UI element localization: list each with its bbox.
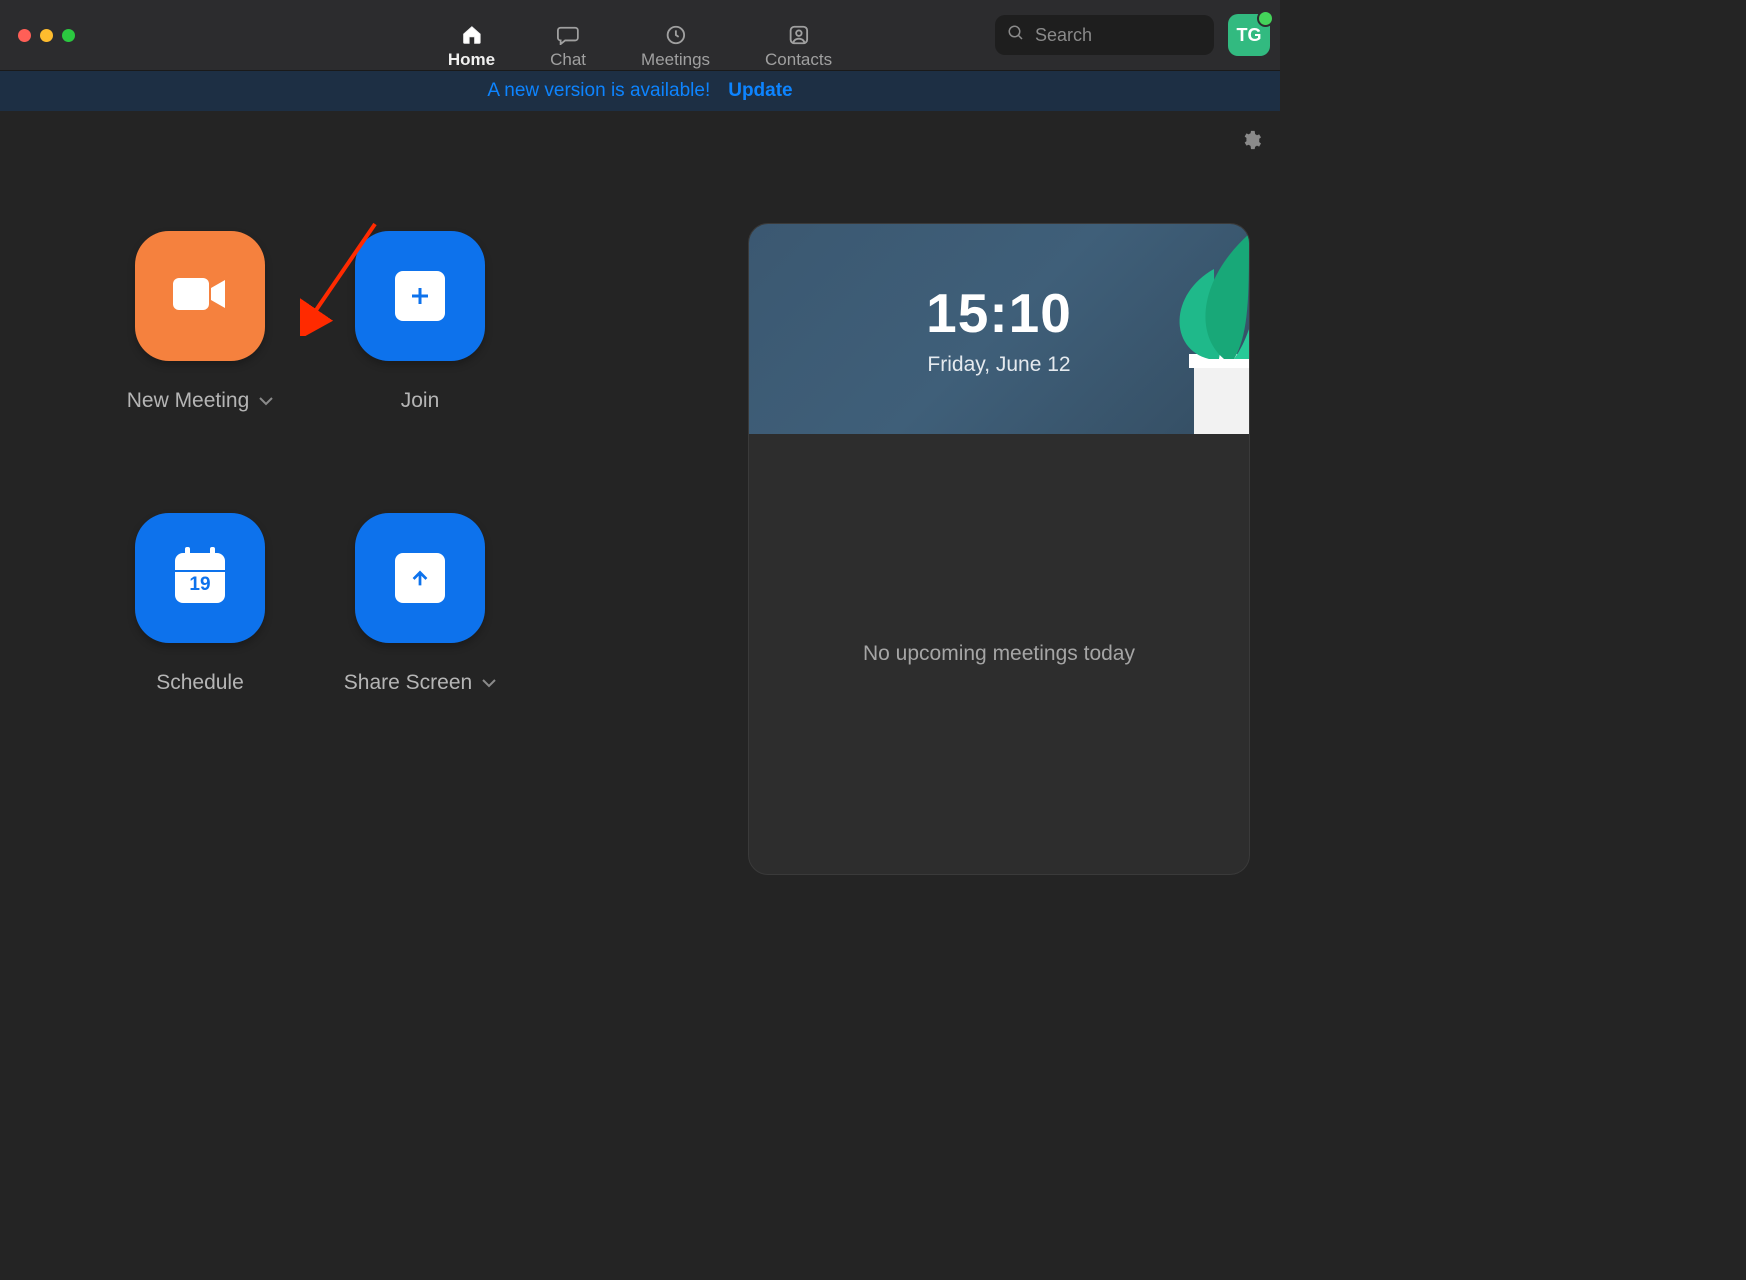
nav-chat[interactable]: Chat xyxy=(550,16,586,70)
maximize-window-button[interactable] xyxy=(62,29,75,42)
nav-label: Home xyxy=(448,50,495,70)
nav-label: Contacts xyxy=(765,50,832,70)
settings-button[interactable] xyxy=(1240,129,1262,156)
chat-icon xyxy=(557,24,579,46)
close-window-button[interactable] xyxy=(18,29,31,42)
share-screen-button[interactable] xyxy=(355,513,485,643)
schedule-tile: 19 Schedule xyxy=(90,513,310,695)
meetings-panel: 15:10 Friday, June 12 No upcoming meetin… xyxy=(748,223,1250,875)
calendar-icon: 19 xyxy=(175,553,225,603)
search-box[interactable] xyxy=(995,15,1214,55)
schedule-button[interactable]: 19 xyxy=(135,513,265,643)
nav-home[interactable]: Home xyxy=(448,16,495,70)
home-icon xyxy=(460,24,482,46)
contacts-icon xyxy=(788,24,810,46)
title-bar: Home Chat Meetings Contacts xyxy=(0,0,1280,71)
banner-message: A new version is available! xyxy=(487,80,710,102)
nav-contacts[interactable]: Contacts xyxy=(765,16,832,70)
arrow-up-icon xyxy=(395,553,445,603)
main-nav: Home Chat Meetings Contacts xyxy=(448,0,832,70)
tile-label: New Meeting xyxy=(127,389,250,413)
video-icon xyxy=(171,274,229,319)
join-tile: Join xyxy=(310,231,530,413)
plus-icon xyxy=(395,271,445,321)
plant-illustration xyxy=(1099,234,1249,434)
chevron-down-icon[interactable] xyxy=(259,389,273,413)
clock-date: Friday, June 12 xyxy=(927,353,1070,377)
panel-body: No upcoming meetings today xyxy=(749,434,1249,874)
tile-label: Join xyxy=(401,389,440,413)
panel-header: 15:10 Friday, June 12 xyxy=(749,224,1249,434)
window-controls xyxy=(10,29,75,42)
clock-time: 15:10 xyxy=(926,281,1072,345)
calendar-day: 19 xyxy=(189,574,210,596)
search-icon xyxy=(1007,24,1025,47)
chevron-down-icon[interactable] xyxy=(482,671,496,695)
search-input[interactable] xyxy=(1033,24,1202,47)
empty-meetings-message: No upcoming meetings today xyxy=(863,642,1135,666)
clock-icon xyxy=(665,24,687,46)
nav-label: Meetings xyxy=(641,50,710,70)
avatar[interactable]: TG xyxy=(1228,14,1270,56)
share-screen-tile: Share Screen xyxy=(310,513,530,695)
nav-meetings[interactable]: Meetings xyxy=(641,16,710,70)
tile-label: Schedule xyxy=(156,671,244,695)
update-banner: A new version is available! Update xyxy=(0,71,1280,111)
home-content: New Meeting Join xyxy=(0,111,1280,935)
minimize-window-button[interactable] xyxy=(40,29,53,42)
update-link[interactable]: Update xyxy=(728,80,792,102)
new-meeting-button[interactable] xyxy=(135,231,265,361)
new-meeting-tile: New Meeting xyxy=(90,231,310,413)
avatar-initials: TG xyxy=(1237,25,1262,46)
join-button[interactable] xyxy=(355,231,485,361)
nav-label: Chat xyxy=(550,50,586,70)
tile-label: Share Screen xyxy=(344,671,472,695)
